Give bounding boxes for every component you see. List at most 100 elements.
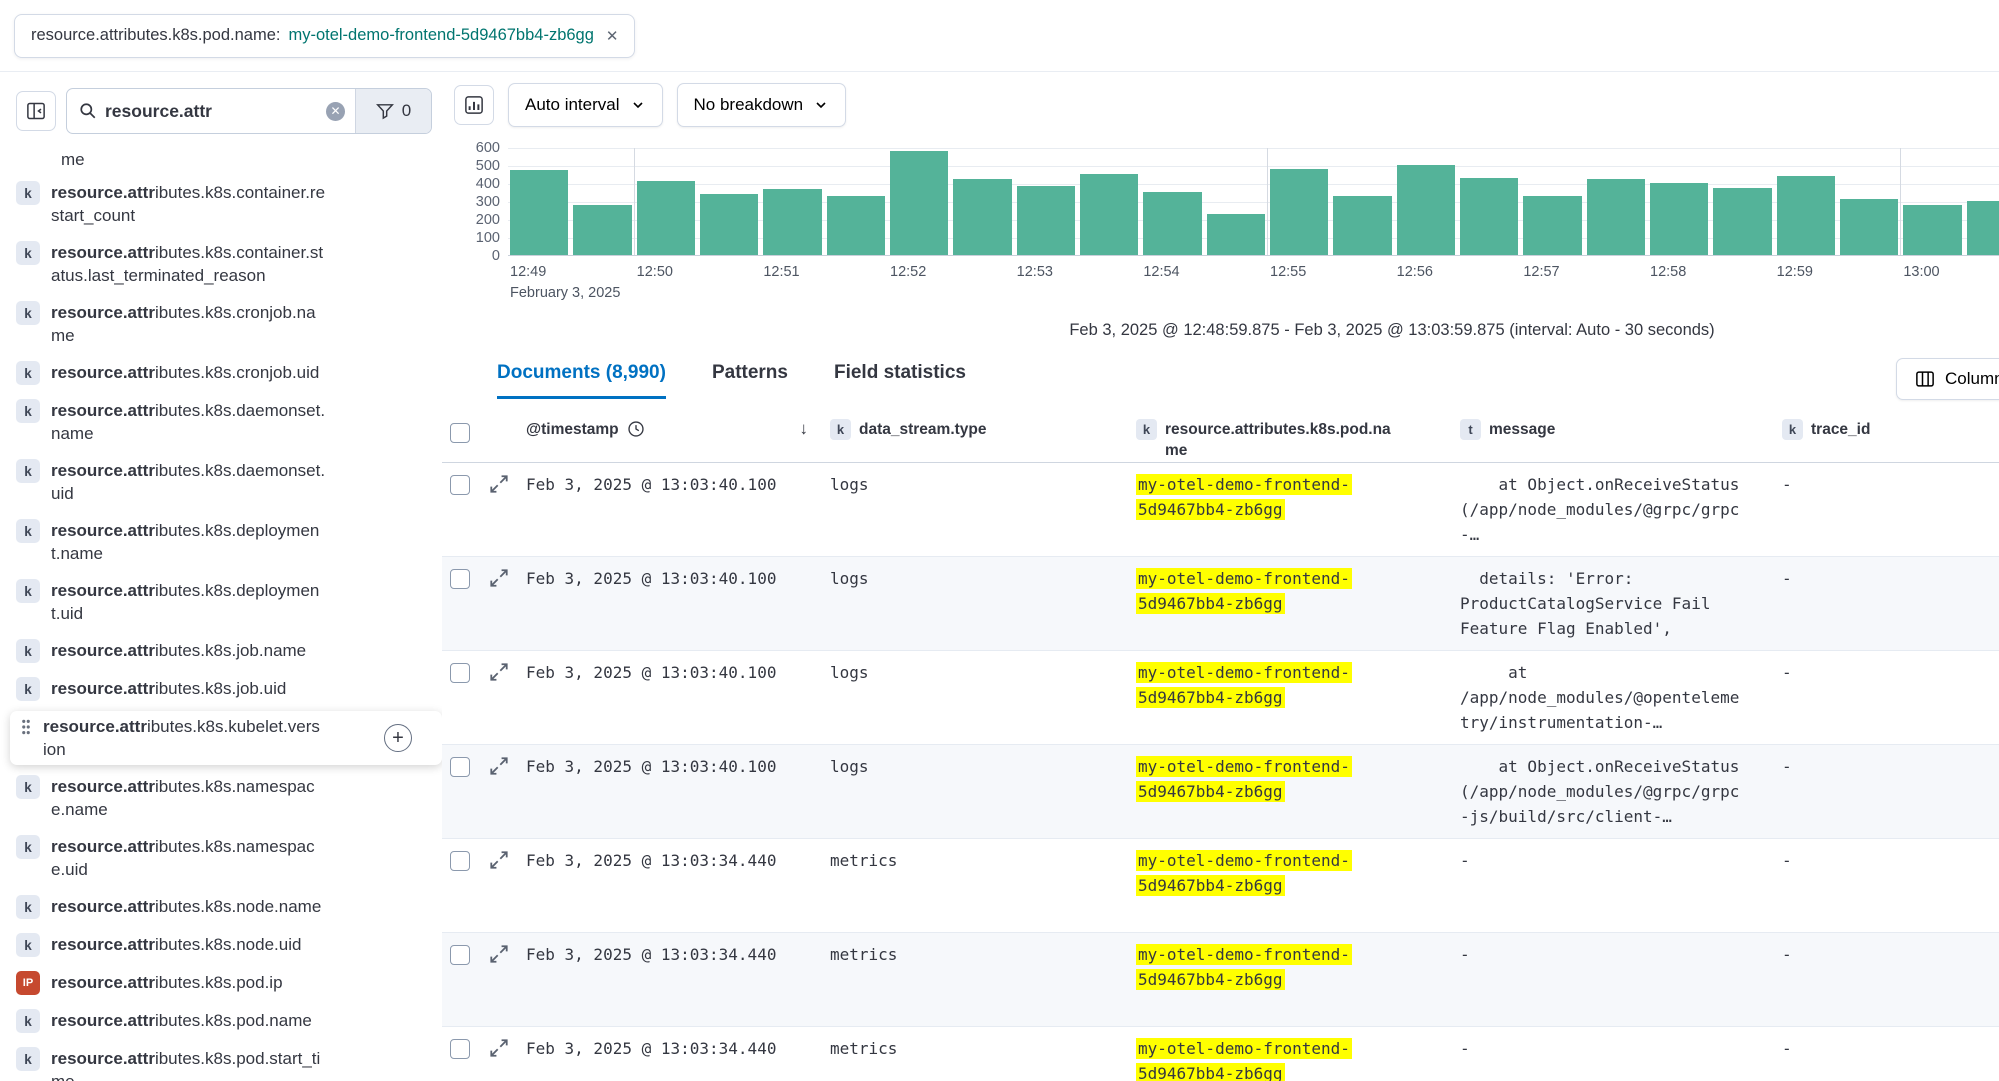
- drag-handle-icon[interactable]: [20, 718, 32, 736]
- expand-row-icon[interactable]: [490, 663, 508, 681]
- histogram-bar[interactable]: [700, 194, 758, 255]
- row-checkbox[interactable]: [450, 1039, 470, 1059]
- histogram-bar[interactable]: [510, 170, 568, 255]
- tab-patterns[interactable]: Patterns: [712, 362, 788, 399]
- columns-button[interactable]: Columns: [1896, 358, 1999, 400]
- expand-row-icon[interactable]: [490, 851, 508, 869]
- histogram-bar[interactable]: [1207, 214, 1265, 255]
- column-header-data-stream-type[interactable]: k data_stream.type: [830, 411, 1136, 462]
- histogram-bar[interactable]: [890, 151, 948, 255]
- sort-descending-icon[interactable]: ↓: [800, 419, 809, 439]
- histogram-bar[interactable]: [1523, 196, 1581, 255]
- histogram-bar[interactable]: [1143, 192, 1201, 255]
- field-list-item[interactable]: k resource.attributes.k8s.pod.name: [10, 1005, 442, 1037]
- column-header-timestamp[interactable]: @timestamp ↓: [526, 411, 830, 462]
- row-checkbox[interactable]: [450, 757, 470, 777]
- select-all-checkbox[interactable]: [450, 423, 470, 443]
- y-axis-label: 500: [476, 157, 500, 175]
- row-checkbox[interactable]: [450, 851, 470, 871]
- field-list-item[interactable]: k resource.attributes.k8s.daemonset.name: [10, 395, 442, 449]
- filter-pill[interactable]: resource.attributes.k8s.pod.name: my-ote…: [14, 14, 635, 58]
- field-list-item[interactable]: k resource.attributes.k8s.namespace.name: [10, 771, 442, 825]
- field-list-item[interactable]: k resource.attributes.k8s.cronjob.uid: [10, 357, 442, 389]
- field-list-item[interactable]: k resource.attributes.k8s.container.stat…: [10, 237, 442, 291]
- field-list-item-hovered[interactable]: resource.attributes.k8s.kubelet.version …: [10, 711, 442, 765]
- tab-field-statistics[interactable]: Field statistics: [834, 362, 966, 399]
- field-list-item[interactable]: k resource.attributes.k8s.job.name: [10, 635, 442, 667]
- histogram-bar[interactable]: [1903, 205, 1961, 255]
- table-row: Feb 3, 2025 @ 13:03:34.440 metrics my-ot…: [442, 839, 1999, 933]
- pod-name-cell: my-otel-demo-frontend-5d9467bb4-zb6gg: [1136, 651, 1460, 744]
- field-list-item[interactable]: k resource.attributes.k8s.cronjob.name: [10, 297, 442, 351]
- data-stream-type-cell: logs: [830, 745, 1136, 838]
- field-list-item[interactable]: k resource.attributes.k8s.job.uid: [10, 673, 442, 705]
- clear-search-icon[interactable]: ✕: [326, 102, 345, 121]
- breakdown-dropdown[interactable]: No breakdown: [677, 83, 847, 127]
- keyword-type-badge: k: [1782, 419, 1803, 440]
- column-header-trace-id[interactable]: k trace_id: [1782, 411, 1999, 462]
- histogram-bar[interactable]: [1460, 178, 1518, 255]
- trace-id-cell: -: [1782, 557, 1999, 650]
- field-list-item[interactable]: IP resource.attributes.k8s.pod.ip: [10, 967, 442, 999]
- field-list-item[interactable]: k resource.attributes.k8s.pod.start_time: [10, 1043, 442, 1081]
- row-checkbox[interactable]: [450, 475, 470, 495]
- x-axis-label: 12:57: [1523, 264, 1559, 280]
- column-header-pod-name[interactable]: k resource.attributes.k8s.pod.name: [1136, 411, 1460, 462]
- collapse-sidebar-button[interactable]: [16, 91, 56, 131]
- expand-row-icon[interactable]: [490, 569, 508, 587]
- histogram-bar[interactable]: [1713, 188, 1771, 255]
- remove-filter-icon[interactable]: ✕: [606, 27, 619, 45]
- field-type-badge: k: [16, 301, 40, 325]
- filter-pill-field: resource.attributes.k8s.pod.name:: [31, 26, 280, 45]
- histogram-bar[interactable]: [827, 196, 885, 255]
- trace-id-cell: -: [1782, 1027, 1999, 1081]
- histogram-bar[interactable]: [1333, 196, 1391, 255]
- histogram-bar[interactable]: [1587, 179, 1645, 255]
- histogram-bar[interactable]: [1650, 183, 1708, 255]
- histogram-bar[interactable]: [763, 189, 821, 255]
- column-header-message[interactable]: t message: [1460, 411, 1782, 462]
- add-field-button[interactable]: +: [384, 724, 412, 752]
- field-name: resource.attributes.k8s.namespace.name: [51, 775, 328, 821]
- chart-options-button[interactable]: [454, 85, 494, 125]
- histogram-bar[interactable]: [1017, 186, 1075, 255]
- expand-row-icon[interactable]: [490, 945, 508, 963]
- x-axis-date-label: February 3, 2025: [510, 285, 620, 301]
- x-axis-label: 12:52: [890, 264, 926, 280]
- interval-dropdown[interactable]: Auto interval: [508, 83, 663, 127]
- field-list-item[interactable]: k resource.attributes.k8s.node.name: [10, 891, 442, 923]
- field-list-item[interactable]: k resource.attributes.k8s.daemonset.uid: [10, 455, 442, 509]
- histogram-bar[interactable]: [573, 205, 631, 255]
- field-list-item[interactable]: k resource.attributes.k8s.node.uid: [10, 929, 442, 961]
- field-search-input[interactable]: [105, 101, 326, 122]
- field-list-item[interactable]: k resource.attributes.k8s.deployment.uid: [10, 575, 442, 629]
- field-type-badge: k: [16, 361, 40, 385]
- data-stream-type-cell: metrics: [830, 839, 1136, 932]
- histogram-bar[interactable]: [1397, 165, 1455, 255]
- row-checkbox[interactable]: [450, 663, 470, 683]
- histogram-bar[interactable]: [637, 181, 695, 255]
- histogram-bar[interactable]: [1840, 199, 1898, 255]
- pod-name-highlight: my-otel-demo-frontend-5d9467bb4-zb6gg: [1136, 568, 1352, 614]
- grid-body: Feb 3, 2025 @ 13:03:40.100 logs my-otel-…: [442, 463, 1999, 1081]
- fields-sidebar: ✕ 0 me k resource.attributes.k8s.contain…: [0, 72, 442, 1081]
- chevron-down-icon: [630, 97, 646, 113]
- field-filter-button[interactable]: 0: [355, 89, 431, 133]
- field-name: resource.attributes.k8s.namespace.uid: [51, 835, 328, 881]
- histogram-bar[interactable]: [1777, 176, 1835, 255]
- row-checkbox[interactable]: [450, 569, 470, 589]
- expand-row-icon[interactable]: [490, 757, 508, 775]
- histogram-bar[interactable]: [1080, 174, 1138, 255]
- row-checkbox[interactable]: [450, 945, 470, 965]
- tab-documents[interactable]: Documents (8,990): [497, 362, 666, 399]
- histogram-bar[interactable]: [953, 179, 1011, 255]
- expand-row-icon[interactable]: [490, 1039, 508, 1057]
- field-name: resource.attributes.k8s.node.uid: [51, 933, 328, 956]
- expand-row-icon[interactable]: [490, 475, 508, 493]
- histogram-bar[interactable]: [1270, 169, 1328, 255]
- field-list-item[interactable]: k resource.attributes.k8s.namespace.uid: [10, 831, 442, 885]
- x-axis-label: 12:50: [637, 264, 673, 280]
- histogram-bar[interactable]: [1967, 201, 1999, 255]
- field-list-item[interactable]: k resource.attributes.k8s.deployment.nam…: [10, 515, 442, 569]
- field-list-item[interactable]: k resource.attributes.k8s.container.rest…: [10, 177, 442, 231]
